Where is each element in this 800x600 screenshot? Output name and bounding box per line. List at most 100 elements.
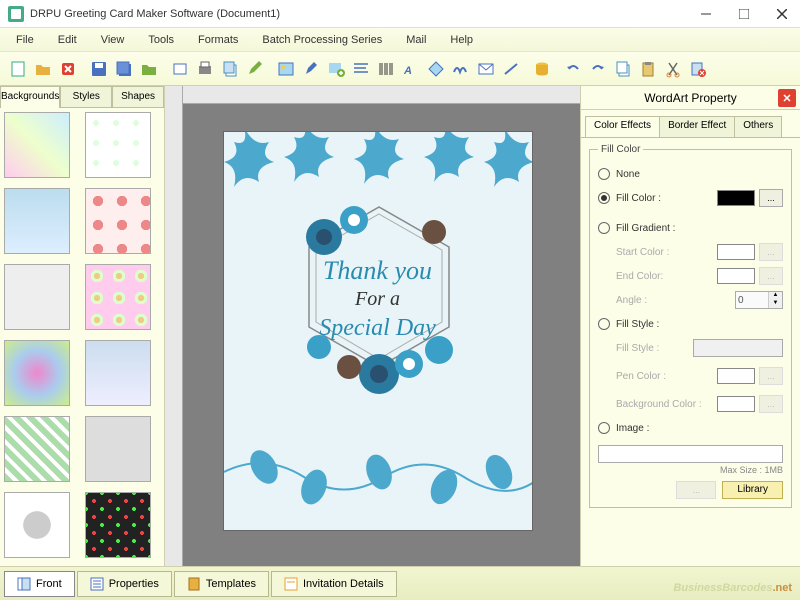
paste-icon[interactable]: [636, 57, 660, 81]
pen-icon[interactable]: [299, 57, 323, 81]
remove-icon[interactable]: [686, 57, 710, 81]
image-icon[interactable]: [274, 57, 298, 81]
tab-others[interactable]: Others: [734, 116, 782, 138]
maximize-button[interactable]: [734, 4, 754, 24]
card-line1: Thank you: [319, 256, 436, 286]
fill-color-browse[interactable]: ...: [759, 189, 783, 207]
copy2-icon[interactable]: [611, 57, 635, 81]
saveall-icon[interactable]: [112, 57, 136, 81]
bg-thumb[interactable]: [85, 112, 151, 178]
pen-color-swatch: [717, 368, 755, 384]
label-none: None: [616, 169, 783, 180]
line-icon[interactable]: [499, 57, 523, 81]
close-panel-icon[interactable]: ✕: [778, 89, 796, 107]
bg-thumb[interactable]: [4, 492, 70, 558]
card-text[interactable]: Thank you For a Special Day: [319, 256, 436, 342]
svg-text:A: A: [403, 65, 412, 77]
menu-edit[interactable]: Edit: [48, 31, 87, 49]
titlebar: DRPU Greeting Card Maker Software (Docum…: [0, 0, 800, 28]
ruler-horizontal: [183, 86, 580, 104]
edit-icon[interactable]: [243, 57, 267, 81]
label-angle: Angle :: [616, 295, 735, 306]
menu-view[interactable]: View: [91, 31, 135, 49]
end-color-browse: ...: [759, 267, 783, 285]
front-icon: [17, 577, 31, 591]
tab-styles[interactable]: Styles: [60, 86, 112, 108]
fill-color-swatch[interactable]: [717, 190, 755, 206]
library-button[interactable]: Library: [722, 481, 783, 499]
open-icon[interactable]: [31, 57, 55, 81]
window-title: DRPU Greeting Card Maker Software (Docum…: [30, 8, 696, 20]
minimize-button[interactable]: [696, 4, 716, 24]
max-size-label: Max Size : 1MB: [598, 465, 783, 475]
bg-thumb[interactable]: [85, 492, 151, 558]
watermark: BusinessBarcodes.net: [673, 575, 792, 596]
radio-image[interactable]: [598, 422, 610, 434]
start-color-swatch: [717, 244, 755, 260]
fieldset-fill-color: Fill Color: [598, 144, 643, 155]
text-lines-icon[interactable]: [349, 57, 373, 81]
btab-templates[interactable]: Templates: [174, 571, 269, 597]
save-icon[interactable]: [87, 57, 111, 81]
tab-backgrounds[interactable]: Backgrounds: [0, 86, 60, 108]
menu-file[interactable]: File: [6, 31, 44, 49]
new-icon[interactable]: [6, 57, 30, 81]
menu-help[interactable]: Help: [440, 31, 483, 49]
tab-shapes[interactable]: Shapes: [112, 86, 164, 108]
app-icon: [8, 6, 24, 22]
radio-fill-gradient[interactable]: [598, 222, 610, 234]
menubar: File Edit View Tools Formats Batch Proce…: [0, 28, 800, 52]
bg-thumb[interactable]: [85, 340, 151, 406]
signature-icon[interactable]: [449, 57, 473, 81]
pen-color-browse: ...: [759, 367, 783, 385]
bg-thumb[interactable]: [85, 188, 151, 254]
card-icon[interactable]: [168, 57, 192, 81]
bg-thumb[interactable]: [4, 416, 70, 482]
bg-thumb[interactable]: [4, 264, 70, 330]
menu-tools[interactable]: Tools: [138, 31, 184, 49]
wordart-icon[interactable]: A: [399, 57, 423, 81]
bg-thumb[interactable]: [4, 340, 70, 406]
mail-icon[interactable]: [474, 57, 498, 81]
templates-icon: [187, 577, 201, 591]
close-button[interactable]: [772, 4, 792, 24]
image-path-input: [598, 445, 783, 463]
properties-icon: [90, 577, 104, 591]
menu-batch[interactable]: Batch Processing Series: [252, 31, 392, 49]
barcode-icon[interactable]: [374, 57, 398, 81]
picture-add-icon[interactable]: [324, 57, 348, 81]
panel-title: WordArt Property: [644, 91, 736, 105]
bg-thumb[interactable]: [4, 112, 70, 178]
menu-mail[interactable]: Mail: [396, 31, 436, 49]
print-icon[interactable]: [193, 57, 217, 81]
bg-thumb[interactable]: [4, 188, 70, 254]
properties-panel: WordArt Property ✕ Color Effects Border …: [580, 86, 800, 566]
radio-none[interactable]: [598, 168, 610, 180]
cut-icon[interactable]: [661, 57, 685, 81]
radio-fill-style[interactable]: [598, 318, 610, 330]
redo-icon[interactable]: [586, 57, 610, 81]
undo-icon[interactable]: [561, 57, 585, 81]
database-icon[interactable]: [530, 57, 554, 81]
greeting-card[interactable]: Thank you For a Special Day: [223, 131, 533, 531]
left-panel: Backgrounds Styles Shapes: [0, 86, 165, 566]
background-thumbnails: [0, 108, 164, 566]
btab-properties[interactable]: Properties: [77, 571, 172, 597]
image-browse-button: ...: [676, 481, 716, 499]
copy-icon[interactable]: [218, 57, 242, 81]
bg-color-swatch: [717, 396, 755, 412]
menu-formats[interactable]: Formats: [188, 31, 248, 49]
start-color-browse: ...: [759, 243, 783, 261]
shape-icon[interactable]: [424, 57, 448, 81]
label-fill-style: Fill Style :: [616, 343, 693, 354]
canvas-area: Thank you For a Special Day: [165, 86, 580, 566]
bg-thumb[interactable]: [85, 264, 151, 330]
bg-thumb[interactable]: [85, 416, 151, 482]
btab-invitation[interactable]: Invitation Details: [271, 571, 397, 597]
export-icon[interactable]: [137, 57, 161, 81]
delete-icon[interactable]: [56, 57, 80, 81]
btab-front[interactable]: Front: [4, 571, 75, 597]
tab-color-effects[interactable]: Color Effects: [585, 116, 660, 138]
tab-border-effect[interactable]: Border Effect: [659, 116, 735, 138]
radio-fill-color[interactable]: [598, 192, 610, 204]
